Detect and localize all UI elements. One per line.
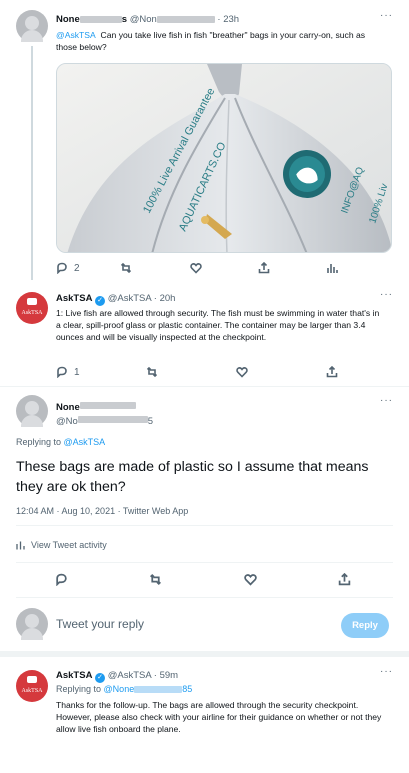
main-tweet-text: These bags are made of plastic so I assu… bbox=[16, 459, 369, 495]
replying-to: Replying to @None 85 bbox=[56, 684, 193, 694]
reply-button[interactable]: 2 bbox=[56, 262, 80, 274]
reply-icon bbox=[56, 573, 67, 586]
bar-chart-icon bbox=[16, 541, 25, 549]
tsa-logo-bubble bbox=[27, 298, 37, 305]
divider bbox=[16, 562, 393, 563]
composer-avatar bbox=[16, 608, 48, 640]
more-icon[interactable]: ··· bbox=[380, 395, 393, 406]
replying-to-link[interactable]: @AskTSA bbox=[64, 437, 106, 447]
share-icon bbox=[338, 573, 351, 586]
author-name[interactable]: AskTSA bbox=[56, 670, 92, 681]
reply-icon bbox=[57, 262, 67, 274]
author-name[interactable]: AskTSA bbox=[56, 293, 92, 304]
avatar-label: AskTSA bbox=[21, 688, 43, 694]
tsa-logo-bubble bbox=[27, 676, 37, 683]
author-handle[interactable]: @No bbox=[56, 416, 78, 427]
reply-button[interactable] bbox=[55, 573, 68, 586]
reply-button[interactable]: 1 bbox=[56, 366, 80, 378]
redacted-handle bbox=[77, 416, 148, 424]
redacted-name bbox=[79, 402, 136, 410]
share-icon bbox=[258, 262, 270, 274]
retweet-button[interactable] bbox=[120, 262, 132, 274]
avatar-label: AskTSA bbox=[21, 310, 43, 316]
reply-count: 1 bbox=[74, 366, 80, 378]
analytics-button[interactable] bbox=[326, 262, 338, 274]
avatar[interactable]: AskTSA bbox=[16, 292, 48, 324]
like-button[interactable] bbox=[244, 573, 257, 586]
like-button[interactable] bbox=[236, 366, 248, 378]
tweet-header: AskTSA ✓ @AskTSA · 20h bbox=[56, 293, 176, 306]
tweet-text: Thanks for the follow-up. The bags are a… bbox=[56, 700, 382, 734]
author-handle[interactable]: @Non bbox=[130, 14, 157, 25]
reply-input[interactable]: Tweet your reply bbox=[56, 617, 144, 631]
divider bbox=[16, 525, 393, 526]
more-icon[interactable]: ··· bbox=[380, 10, 393, 21]
tweet-time[interactable]: 20h bbox=[160, 293, 176, 304]
thread-connector bbox=[31, 46, 33, 280]
retweet-button[interactable] bbox=[146, 366, 158, 378]
fish-bag-photo: 100% Live Arrival Guarantee AQUATICARTS.… bbox=[57, 64, 391, 252]
like-icon bbox=[244, 574, 257, 586]
replying-to-link[interactable]: @None bbox=[104, 684, 135, 694]
tweet-header: AskTSA ✓ @AskTSA · 59m bbox=[56, 670, 179, 683]
replying-to: Replying to @AskTSA bbox=[16, 437, 106, 447]
share-button[interactable] bbox=[338, 573, 351, 586]
redacted-handle bbox=[134, 686, 183, 694]
verified-icon: ✓ bbox=[95, 296, 106, 306]
mention-link[interactable]: @AskTSA bbox=[56, 30, 96, 40]
more-icon[interactable]: ··· bbox=[380, 289, 393, 300]
reply-count: 2 bbox=[74, 262, 80, 274]
share-button[interactable] bbox=[258, 262, 270, 274]
tweet-time[interactable]: 23h bbox=[223, 14, 239, 25]
author-handle-block: @No 5 bbox=[56, 416, 154, 427]
avatar[interactable] bbox=[16, 10, 48, 42]
author-name[interactable]: None bbox=[56, 14, 80, 25]
like-icon bbox=[236, 367, 248, 378]
tweet-meta[interactable]: 12:04 AM · Aug 10, 2021 · Twitter Web Ap… bbox=[16, 506, 188, 516]
tweet-time[interactable]: 59m bbox=[160, 670, 178, 681]
retweet-icon bbox=[146, 366, 158, 378]
reply-icon bbox=[57, 366, 67, 378]
like-button[interactable] bbox=[190, 262, 202, 274]
divider bbox=[0, 651, 409, 657]
divider bbox=[16, 597, 393, 598]
view-activity-link[interactable]: View Tweet activity bbox=[16, 540, 107, 550]
reply-submit-button[interactable]: Reply bbox=[341, 613, 389, 638]
like-icon bbox=[190, 263, 202, 274]
retweet-icon bbox=[120, 262, 132, 274]
tweet-text: @AskTSA Can you take live fish in fish "… bbox=[56, 30, 366, 52]
author-handle[interactable]: @AskTSA bbox=[108, 293, 151, 304]
retweet-button[interactable] bbox=[149, 573, 162, 586]
redacted-handle bbox=[156, 15, 215, 23]
tweet-image[interactable]: 100% Live Arrival Guarantee AQUATICARTS.… bbox=[56, 63, 392, 253]
retweet-icon bbox=[150, 573, 161, 586]
tweet-text: 1: Live fish are allowed through securit… bbox=[56, 308, 380, 342]
share-icon bbox=[326, 366, 338, 378]
tweet-header: None s @Non · 23h bbox=[56, 14, 240, 25]
avatar[interactable] bbox=[16, 395, 48, 427]
author-handle[interactable]: @AskTSA bbox=[108, 670, 151, 681]
avatar[interactable]: AskTSA bbox=[16, 670, 48, 702]
analytics-icon bbox=[327, 264, 338, 273]
share-button[interactable] bbox=[326, 366, 338, 378]
redacted-name bbox=[79, 15, 122, 23]
verified-icon: ✓ bbox=[95, 673, 106, 683]
more-icon[interactable]: ··· bbox=[380, 666, 393, 677]
divider bbox=[0, 386, 409, 387]
